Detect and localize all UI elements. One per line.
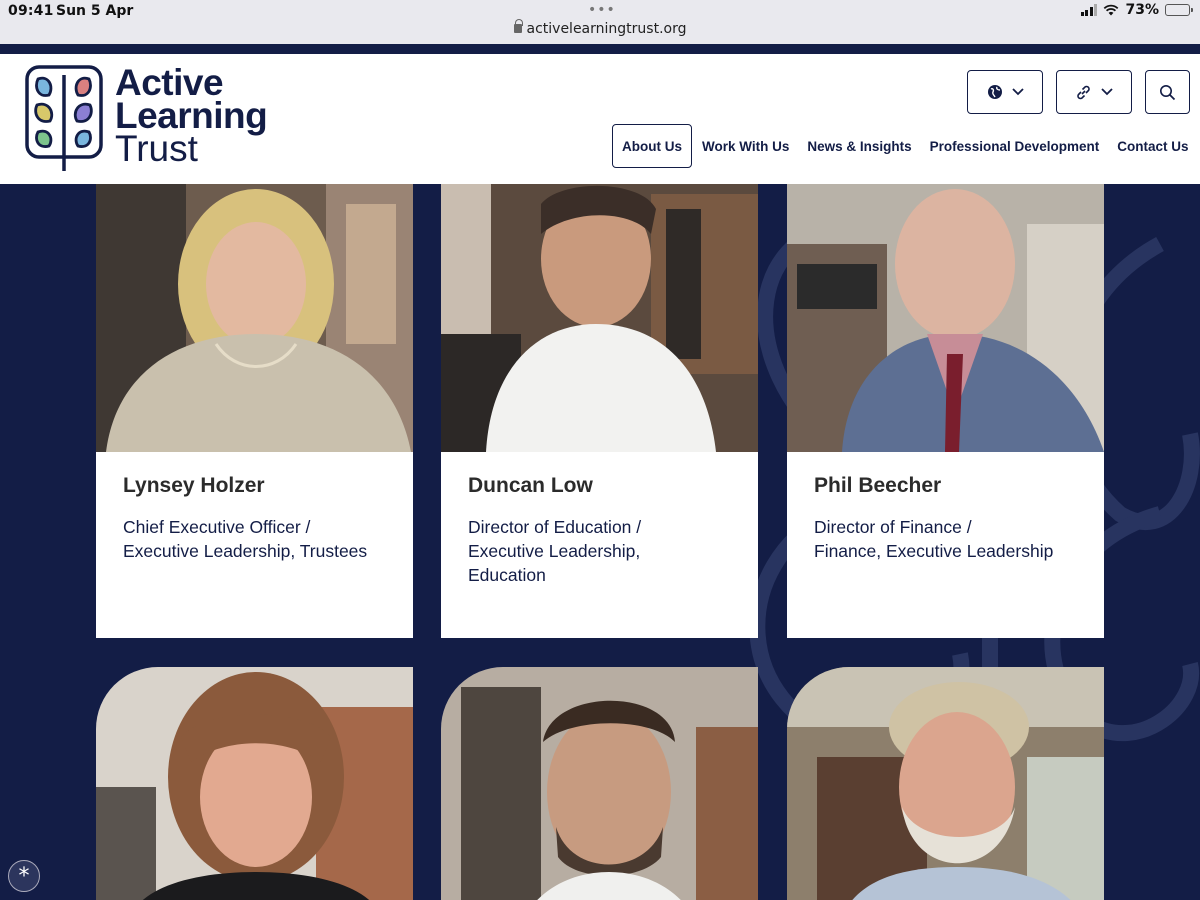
- nav-news-insights[interactable]: News & Insights: [798, 124, 920, 168]
- team-card[interactable]: [96, 667, 413, 900]
- person-name[interactable]: Duncan Low: [468, 472, 731, 500]
- status-date: Sun 5 Apr: [56, 3, 134, 19]
- address-bar[interactable]: activelearningtrust.org: [0, 19, 1200, 37]
- role-line: Finance, Executive Leadership: [814, 541, 1054, 561]
- role-line: Executive Leadership, Trustees: [123, 541, 368, 561]
- globe-icon: [987, 85, 1002, 99]
- portrait-photo: [96, 184, 413, 452]
- team-card[interactable]: [787, 667, 1104, 900]
- nav-work-with-us[interactable]: Work With Us: [693, 124, 798, 168]
- card-body: Duncan Low Director of Education / Execu…: [441, 452, 758, 638]
- quick-links-dropdown-button[interactable]: [1056, 70, 1132, 114]
- person-role: Director of Finance / Finance, Executive…: [814, 515, 1077, 563]
- person-role: Director of Education / Executive Leader…: [468, 515, 731, 587]
- search-button[interactable]: [1145, 70, 1190, 114]
- chevron-down-icon: [1101, 88, 1113, 96]
- portrait-photo: [787, 184, 1104, 452]
- team-card[interactable]: Phil Beecher Director of Finance / Finan…: [787, 184, 1104, 638]
- role-line: Executive Leadership,: [468, 541, 641, 561]
- portrait-photo: [96, 667, 413, 900]
- portrait-photo: [787, 667, 1104, 900]
- lock-icon: [513, 19, 523, 33]
- battery-icon: [1165, 4, 1193, 16]
- person-role: Chief Executive Officer / Executive Lead…: [123, 515, 386, 563]
- portrait-photo: [441, 667, 758, 900]
- status-bar: 09:41 Sun 5 Apr ••• activelearningtrust.…: [0, 0, 1200, 44]
- language-dropdown-button[interactable]: [967, 70, 1043, 114]
- role-line: Education: [468, 565, 546, 585]
- role-line: Chief Executive Officer /: [123, 517, 311, 537]
- nav-about-us[interactable]: About Us: [612, 124, 692, 168]
- chevron-down-icon: [1011, 88, 1024, 96]
- team-card[interactable]: [441, 667, 758, 900]
- logo-tree-icon[interactable]: [25, 65, 103, 173]
- accessibility-icon: *: [18, 863, 30, 889]
- site-header: Active Learning Trust About Us Work With…: [0, 54, 1200, 184]
- status-indicators: 73%: [1080, 2, 1193, 18]
- status-time: 09:41: [8, 3, 54, 19]
- url-text: activelearningtrust.org: [526, 21, 687, 37]
- signal-icon: [1080, 4, 1098, 16]
- tab-dots-icon[interactable]: •••: [588, 2, 616, 18]
- team-card[interactable]: Duncan Low Director of Education / Execu…: [441, 184, 758, 638]
- team-section: Lynsey Holzer Chief Executive Officer / …: [0, 184, 1200, 900]
- role-line: Director of Finance /: [814, 517, 972, 537]
- accessibility-button[interactable]: *: [8, 860, 40, 892]
- portrait-photo: [441, 184, 758, 452]
- team-card[interactable]: Lynsey Holzer Chief Executive Officer / …: [96, 184, 413, 638]
- nav-professional-development[interactable]: Professional Development: [921, 124, 1109, 168]
- card-body: Lynsey Holzer Chief Executive Officer / …: [96, 452, 413, 638]
- person-name[interactable]: Phil Beecher: [814, 472, 1077, 500]
- header-top-stripe: [0, 44, 1200, 54]
- person-name[interactable]: Lynsey Holzer: [123, 472, 386, 500]
- wifi-icon: [1104, 4, 1119, 16]
- card-body: Phil Beecher Director of Finance / Finan…: [787, 452, 1104, 638]
- battery-percent: 73%: [1125, 2, 1159, 18]
- logo-wordmark[interactable]: Active Learning Trust: [115, 64, 268, 169]
- link-icon: [1077, 85, 1090, 99]
- nav-contact-us[interactable]: Contact Us: [1108, 124, 1197, 168]
- role-line: Director of Education /: [468, 517, 642, 537]
- main-nav: About Us Work With Us News & Insights Pr…: [612, 124, 1198, 168]
- search-icon: [1160, 84, 1176, 100]
- logo-line-3: Trust: [115, 128, 198, 169]
